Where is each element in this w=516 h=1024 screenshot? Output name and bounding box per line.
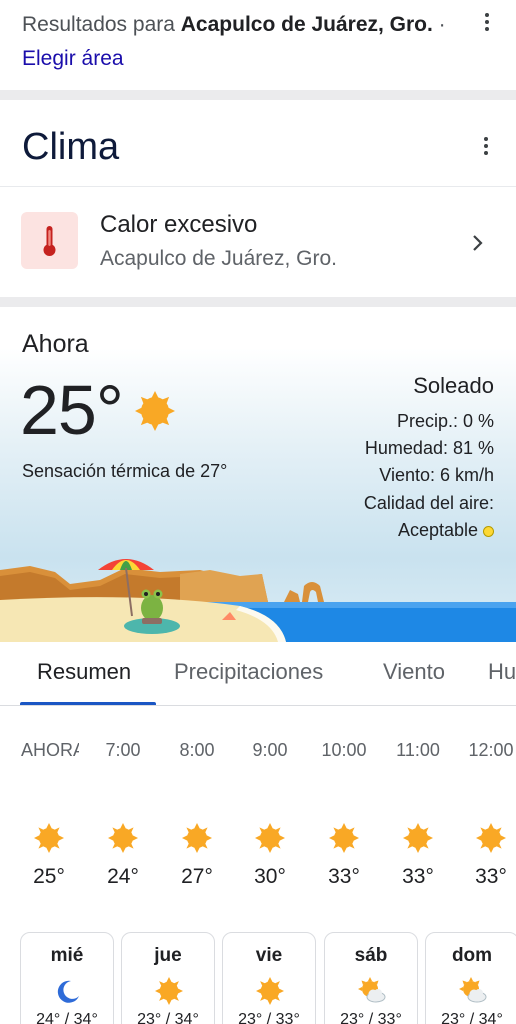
hour-temperature: 33° — [328, 865, 360, 888]
hour-temperature: 30° — [254, 865, 286, 888]
chevron-right-icon[interactable] — [466, 232, 488, 254]
day-name: vie — [255, 945, 283, 966]
day-card[interactable]: vie 23° / 33° — [222, 932, 316, 1024]
hour-temperature: 24° — [107, 865, 139, 888]
hour-temperature: 27° — [181, 865, 213, 888]
sun-icon — [155, 977, 183, 1005]
sun-icon — [34, 823, 64, 853]
results-text: Resultados para Acapulco de Juárez, Gro.… — [22, 8, 452, 76]
results-more-icon[interactable] — [475, 8, 499, 36]
day-name: dom — [451, 945, 493, 966]
day-name: jue — [154, 945, 182, 966]
sun-icon — [182, 823, 212, 853]
thermometer-icon — [21, 212, 78, 269]
sun-icon — [329, 823, 359, 853]
precipitation-stat: Precip.: 0 % — [396, 411, 494, 431]
card-title: Clima — [22, 126, 120, 168]
active-tab-indicator — [20, 702, 156, 705]
day-temp-range: 23° / 34° — [441, 1011, 503, 1024]
hour-time: AHORA — [21, 740, 79, 760]
heat-alert[interactable] — [0, 188, 516, 296]
section-separator — [0, 90, 516, 100]
wind-stat: Viento: 6 km/h — [379, 465, 494, 485]
partly-sunny-icon — [459, 977, 487, 1005]
day-card[interactable]: jue 23° / 34° — [121, 932, 215, 1024]
sun-icon — [108, 823, 138, 853]
choose-area-link[interactable]: Elegir área — [22, 47, 124, 70]
day-temp-range: 23° / 33° — [238, 1011, 300, 1024]
alert-location: Acapulco de Juárez, Gro. — [100, 247, 337, 270]
sun-icon — [134, 390, 176, 432]
day-temp-range: 23° / 33° — [340, 1011, 402, 1024]
air-quality-text: Aceptable — [397, 520, 478, 540]
hour-temperature: 33° — [402, 865, 434, 888]
sun-icon — [403, 823, 433, 853]
hour-time: 7:00 — [105, 740, 141, 760]
day-temp-range: 23° / 34° — [137, 1011, 199, 1024]
tab-precipitaciones[interactable]: Precipitaciones — [174, 659, 323, 685]
hour-time: 12:00 — [468, 740, 514, 760]
results-prefix: Resultados para — [22, 13, 181, 36]
hour-temperature: 33° — [475, 865, 507, 888]
moon-icon — [54, 977, 82, 1005]
hour-temperature: 25° — [33, 865, 65, 888]
forecast-tabs: Resumen Precipitaciones Viento Hu — [0, 642, 516, 706]
partly-sunny-icon — [358, 977, 386, 1005]
results-location: Acapulco de Juárez, Gro. — [180, 13, 433, 36]
day-card[interactable]: dom 23° / 34° — [425, 932, 516, 1024]
hour-time: 8:00 — [179, 740, 215, 760]
day-temp-range: 24° / 34° — [36, 1011, 98, 1024]
results-header: Resultados para Acapulco de Juárez, Gro.… — [0, 0, 516, 90]
results-separator: · — [432, 13, 446, 36]
day-card[interactable]: mié 24° / 34° — [20, 932, 114, 1024]
sun-icon — [476, 823, 506, 853]
current-temperature: 25° — [20, 371, 124, 449]
hour-time: 11:00 — [396, 740, 440, 760]
air-quality-value: Aceptable — [398, 520, 494, 541]
section-separator — [0, 297, 516, 307]
air-quality-dot-icon — [483, 525, 494, 537]
alert-title: Calor excesivo — [100, 211, 258, 238]
hour-time: 9:00 — [252, 740, 288, 760]
condition-text: Soleado — [413, 373, 494, 398]
day-name: mié — [50, 945, 84, 966]
feels-like: Sensación térmica de 27° — [22, 461, 228, 481]
day-card[interactable]: sáb 23° / 33° — [324, 932, 418, 1024]
air-quality-label: Calidad del aire: — [363, 493, 494, 513]
card-more-icon[interactable] — [474, 132, 498, 160]
tab-viento[interactable]: Viento — [383, 659, 445, 685]
day-name: sáb — [354, 945, 388, 966]
sun-icon — [256, 977, 284, 1005]
sun-icon — [255, 823, 285, 853]
hour-time: 10:00 — [321, 740, 367, 760]
now-label: Ahora — [22, 330, 89, 358]
tab-humedad[interactable]: Hu — [488, 659, 516, 685]
divider — [0, 186, 516, 187]
tab-resumen[interactable]: Resumen — [37, 659, 131, 685]
beach-scene-illustration — [0, 550, 516, 642]
humidity-stat: Humedad: 81 % — [364, 438, 494, 458]
